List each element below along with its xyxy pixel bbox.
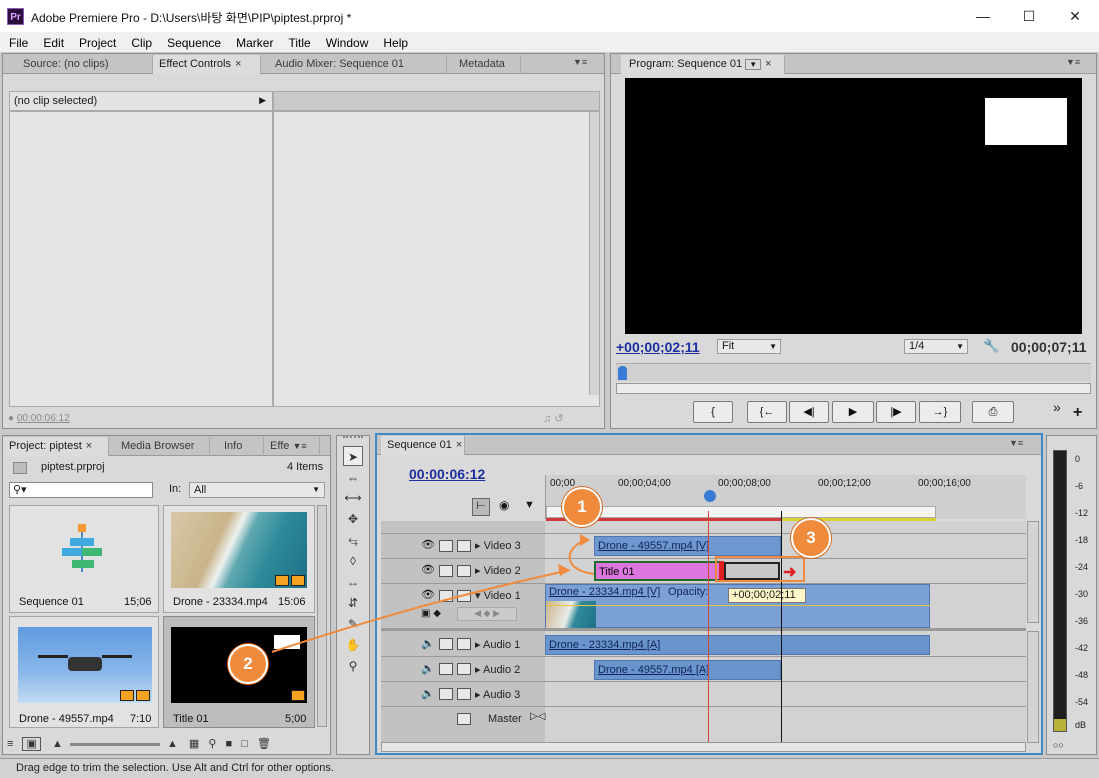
drag-arrow-path: [271, 569, 571, 653]
annotation-arrows: [271, 534, 805, 653]
callout-3: 3: [791, 518, 831, 558]
status-bar: Drag edge to trim the selection. Use Alt…: [0, 758, 1099, 778]
callout-1: 1: [562, 487, 602, 527]
callout-2: 2: [228, 644, 268, 684]
drag-arrowhead-icon: [558, 564, 570, 576]
trim-highlight-box: [715, 556, 805, 582]
track-arrow-path: [568, 539, 595, 575]
track-arrowhead-icon: [580, 534, 590, 546]
